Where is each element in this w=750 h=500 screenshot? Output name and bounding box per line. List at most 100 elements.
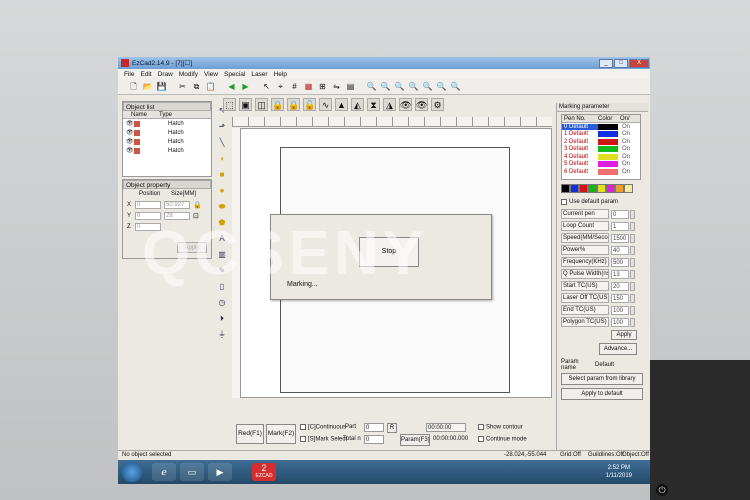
eye-icon[interactable]: 👁: [126, 138, 134, 145]
paste-icon[interactable]: 📋: [205, 81, 216, 92]
vector-icon[interactable]: ✎: [216, 265, 228, 277]
param-field[interactable]: 150: [611, 293, 629, 303]
node-icon[interactable]: ⬏: [216, 121, 228, 133]
palette-swatch[interactable]: [624, 184, 633, 193]
mark-button[interactable]: Mark(F2): [266, 424, 296, 444]
curve-icon[interactable]: ∿: [319, 97, 332, 111]
pan-icon[interactable]: 🔍: [450, 81, 461, 92]
x-size-field[interactable]: 50.927: [164, 200, 190, 209]
stop-button[interactable]: Stop: [359, 237, 419, 267]
redo-icon[interactable]: ▶: [240, 81, 251, 92]
list-item[interactable]: 👁 Hatch: [123, 119, 211, 128]
y-position-field[interactable]: 0: [135, 211, 161, 220]
menu-help[interactable]: Help: [274, 71, 287, 78]
barcode-icon[interactable]: ▯: [216, 281, 228, 293]
color-pick-icon[interactable]: ▲: [335, 97, 348, 111]
node-edit-icon[interactable]: ⌖: [275, 81, 286, 92]
copy-icon[interactable]: ⧉: [191, 81, 202, 92]
folder-icon[interactable]: ▭: [180, 463, 204, 481]
palette-swatch[interactable]: [561, 184, 570, 193]
pen-row[interactable]: 1 Default On: [562, 131, 640, 139]
media-icon[interactable]: ▶: [208, 463, 232, 481]
anchor-icon[interactable]: ⊡: [193, 212, 199, 220]
mirror-icon[interactable]: ⇋: [331, 81, 342, 92]
menu-view[interactable]: View: [204, 71, 218, 78]
lock-all-icon[interactable]: 🔒: [287, 97, 300, 111]
ie-icon[interactable]: ℯ: [152, 463, 176, 481]
z-position-field[interactable]: 0: [135, 222, 161, 231]
param-field[interactable]: 1: [611, 221, 629, 231]
preview-all-icon[interactable]: 👁: [415, 97, 428, 111]
eye-icon[interactable]: 👁: [126, 147, 134, 154]
doc-icon[interactable]: ▤: [345, 81, 356, 92]
select-icon[interactable]: ↖: [261, 81, 272, 92]
ellipse-icon[interactable]: ⬬: [216, 201, 228, 213]
param-field[interactable]: 100: [611, 317, 629, 327]
list-item[interactable]: 👁 Hatch: [123, 146, 211, 155]
pen-row[interactable]: 4 Default On: [562, 153, 640, 161]
list-item[interactable]: 👁 Hatch: [123, 128, 211, 137]
rectangle-icon[interactable]: ■: [216, 169, 228, 181]
align-icon[interactable]: ⊞: [317, 81, 328, 92]
timer-icon[interactable]: ◷: [216, 297, 228, 309]
image-icon[interactable]: ▥: [216, 249, 228, 261]
text-icon[interactable]: A: [216, 233, 228, 245]
apply-button[interactable]: Apply: [611, 330, 637, 340]
apply-default-button[interactable]: Apply to default: [561, 388, 643, 400]
continuous-checkbox[interactable]: [300, 424, 306, 430]
select-library-button[interactable]: Select param from library: [561, 373, 643, 385]
palette-swatch[interactable]: [597, 184, 606, 193]
output-icon[interactable]: ⏚: [216, 329, 228, 341]
zoom-select-icon[interactable]: 🔍: [436, 81, 447, 92]
advance-button[interactable]: Advance...: [599, 343, 637, 355]
spin-icon[interactable]: [630, 209, 635, 219]
menu-edit[interactable]: Edit: [140, 71, 151, 78]
pen-row[interactable]: 5 Default On: [562, 161, 640, 169]
eye-icon[interactable]: 👁: [126, 120, 134, 127]
group-icon[interactable]: ▣: [239, 97, 252, 111]
spin-icon[interactable]: [630, 305, 635, 315]
continue-mode-checkbox[interactable]: [478, 436, 484, 442]
eye-icon[interactable]: 👁: [126, 129, 134, 136]
param-field[interactable]: 100: [611, 305, 629, 315]
power-icon[interactable]: ⏻: [656, 484, 668, 496]
menu-file[interactable]: File: [124, 71, 134, 78]
param-button[interactable]: Param(F3): [400, 434, 430, 446]
spin-icon[interactable]: [630, 257, 635, 267]
red-button[interactable]: Red(F1): [236, 424, 264, 444]
ungroup-icon[interactable]: ◫: [255, 97, 268, 111]
save-icon[interactable]: 💾: [156, 81, 167, 92]
zoom-out-icon[interactable]: 🔍: [394, 81, 405, 92]
spin-icon[interactable]: [630, 221, 635, 231]
polygon-icon[interactable]: ⬟: [216, 217, 228, 229]
param-field[interactable]: 13: [611, 269, 629, 279]
mark-select-checkbox[interactable]: [300, 436, 306, 442]
settings-icon[interactable]: ⚙: [431, 97, 444, 111]
pen-row[interactable]: 6 Default On: [562, 168, 640, 176]
zoom-all-icon[interactable]: 🔍: [422, 81, 433, 92]
grid-icon[interactable]: #: [289, 81, 300, 92]
flip-v-icon[interactable]: ⧗: [367, 97, 380, 111]
line-icon[interactable]: ╲: [216, 137, 228, 149]
reset-button[interactable]: R: [387, 423, 397, 433]
x-position-field[interactable]: 0: [135, 200, 161, 209]
spin-icon[interactable]: [630, 245, 635, 255]
menu-draw[interactable]: Draw: [158, 71, 173, 78]
param-field[interactable]: 500: [611, 257, 629, 267]
part-field[interactable]: 0: [364, 423, 384, 432]
pointer-icon[interactable]: ↖: [216, 105, 228, 117]
spin-icon[interactable]: [630, 269, 635, 279]
unlock-icon[interactable]: 🔓: [303, 97, 316, 111]
menu-modify[interactable]: Modify: [179, 71, 198, 78]
menu-laser[interactable]: Laser: [251, 71, 267, 78]
y-size-field[interactable]: 28: [164, 211, 190, 220]
hatch-icon[interactable]: ▦: [303, 81, 314, 92]
pen-row[interactable]: 3 Default On: [562, 146, 640, 154]
pen-row[interactable]: 0 Default On: [562, 123, 640, 131]
cut-icon[interactable]: ✂: [177, 81, 188, 92]
input-icon[interactable]: ⏵: [216, 313, 228, 325]
curve-tool-icon[interactable]: ◖: [216, 153, 228, 165]
use-default-checkbox[interactable]: [561, 199, 567, 205]
undo-icon[interactable]: ◀: [226, 81, 237, 92]
preview-icon[interactable]: 👁: [399, 97, 412, 111]
